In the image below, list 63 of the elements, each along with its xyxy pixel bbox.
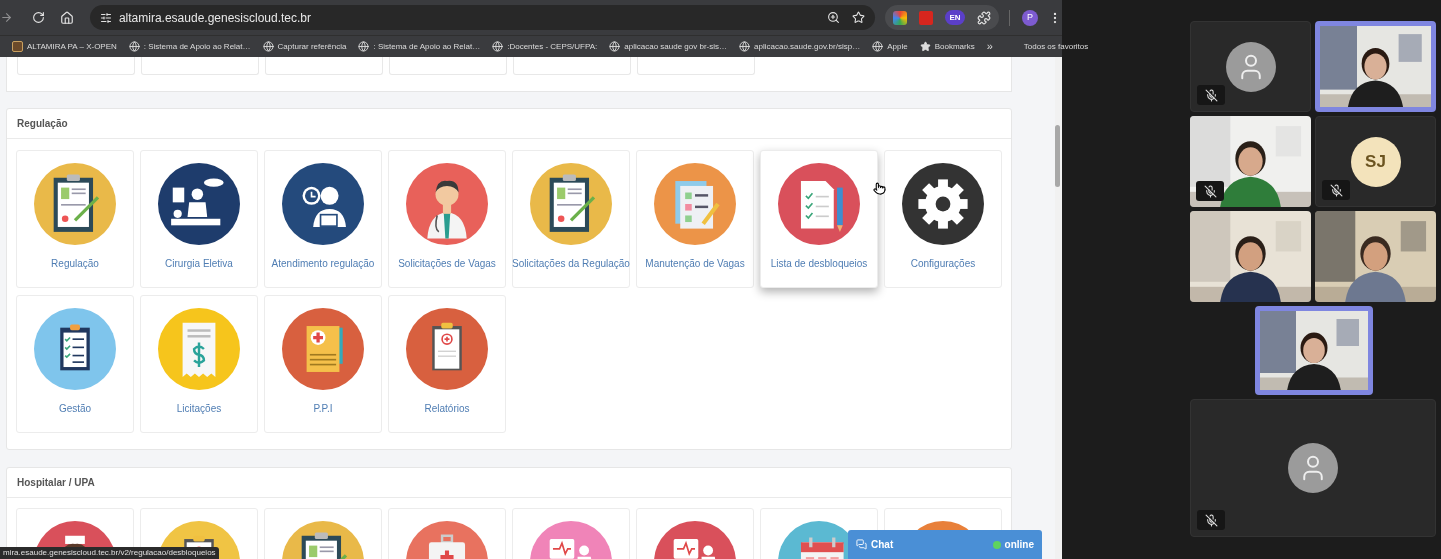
mic-off-icon — [1197, 85, 1225, 105]
module-tile[interactable] — [513, 57, 631, 75]
site-settings-icon[interactable] — [99, 11, 112, 24]
chat-label: Chat — [871, 538, 894, 552]
module-tile[interactable] — [265, 57, 383, 75]
avatar-icon — [1225, 41, 1276, 92]
globe-icon — [128, 41, 140, 52]
language-extension[interactable]: EN — [945, 10, 966, 25]
module-tile[interactable]: Cirurgia Eletiva — [140, 150, 258, 288]
section-title: Regulação — [17, 117, 68, 131]
hand-cursor-icon — [873, 182, 886, 195]
module-tile[interactable]: Gestão — [16, 295, 134, 433]
globe-icon — [358, 41, 370, 52]
globe-icon — [262, 41, 274, 52]
module-tile[interactable]: Solicitações da Regulação — [512, 150, 630, 288]
initials-avatar: SJ — [1350, 136, 1401, 187]
mic-off-icon — [1322, 180, 1350, 200]
bookmark-link[interactable]: aplicacao saude gov br-sis… — [624, 40, 728, 53]
bookmark-link[interactable]: aplicacao.saude.gov.br/sisp… — [754, 40, 861, 53]
scrollbar[interactable] — [1055, 57, 1062, 559]
bookmark-link[interactable]: ALTAMIRA PA – X-OPEN — [27, 40, 117, 53]
bookmark-star-icon[interactable] — [852, 11, 866, 24]
chat-dialog[interactable]: Chat online — [848, 530, 1042, 559]
section-title: Hospitalar / UPA — [17, 476, 95, 490]
url-text: altamira.esaude.genesiscloud.tec.br — [118, 9, 312, 27]
module-tile[interactable]: Manutenção de Vagas — [636, 150, 754, 288]
zoom-icon[interactable] — [827, 11, 841, 24]
bookmark-link[interactable]: : Sistema de Apoio ao Relat… — [373, 40, 481, 53]
avatar-icon — [1288, 443, 1338, 493]
bookmark-link[interactable]: : Sistema de Apoio ao Relat… — [143, 40, 251, 53]
site-favicon — [12, 41, 23, 52]
module-tile[interactable]: Relatórios — [388, 295, 506, 433]
module-tile[interactable]: P.P.I — [264, 295, 382, 433]
star-icon — [919, 41, 931, 52]
mic-off-icon — [1197, 510, 1225, 530]
extensions-icon[interactable] — [977, 10, 992, 25]
bookmark-link[interactable]: :Docentes - CEPS/UFPA: — [507, 40, 598, 53]
extension-icon[interactable] — [893, 10, 908, 25]
globe-icon — [609, 41, 621, 52]
address-bar[interactable]: altamira.esaude.genesiscloud.tec.br — [89, 5, 876, 30]
module-tile[interactable] — [17, 57, 135, 75]
mic-off-icon — [1196, 181, 1224, 201]
chat-status: online — [1004, 538, 1034, 552]
module-tile[interactable]: Solicitações de Vagas — [388, 150, 506, 288]
more-bookmarks-button[interactable]: » — [986, 38, 993, 55]
module-tile[interactable]: Lista de desbloqueios — [760, 150, 878, 288]
profile-avatar[interactable]: P — [1022, 9, 1038, 26]
module-tile[interactable] — [637, 57, 755, 75]
module-tile[interactable]: Atendimento regulação — [264, 150, 382, 288]
globe-icon — [739, 41, 751, 52]
module-tile[interactable]: Regulação — [16, 150, 134, 288]
globe-icon — [492, 41, 504, 52]
bookmark-link[interactable]: Bookmarks — [934, 40, 975, 53]
module-tile[interactable]: Configurações — [884, 150, 1002, 288]
module-tile[interactable]: Licitações — [140, 295, 258, 433]
bookmark-link[interactable]: Capturar referência — [277, 40, 347, 53]
globe-icon — [872, 41, 884, 52]
all-bookmarks-link[interactable]: Todos os favoritos — [1023, 40, 1089, 53]
bookmark-link[interactable]: Apple — [887, 40, 908, 53]
chat-icon — [856, 539, 867, 550]
status-url: mira.esaude.genesiscloud.tec.br/v2/regulacao/desbloqueios — [0, 547, 219, 559]
module-tile[interactable] — [389, 57, 507, 75]
module-tile[interactable] — [141, 57, 259, 75]
